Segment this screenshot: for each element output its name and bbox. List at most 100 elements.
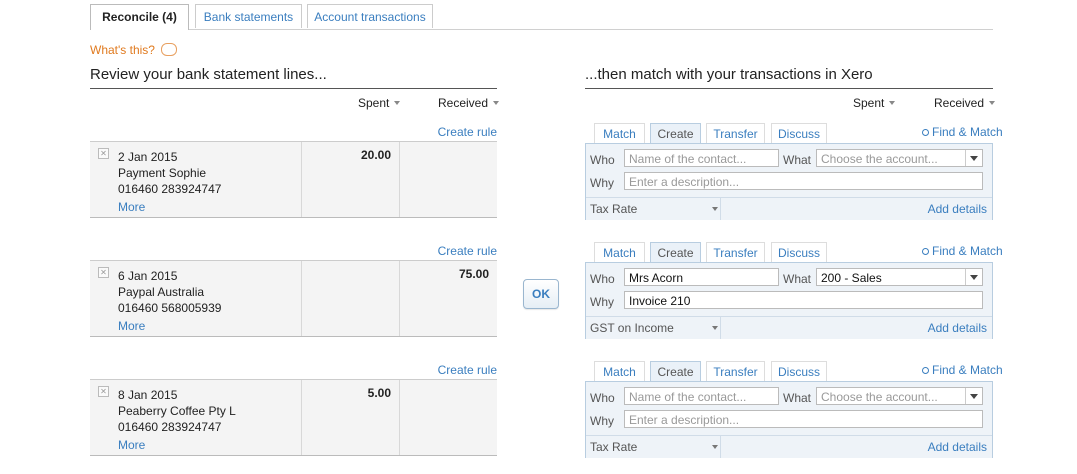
tab-match[interactable]: Match: [594, 242, 645, 262]
caret-down-icon: [493, 101, 500, 105]
remove-icon[interactable]: ✕: [98, 386, 109, 397]
left-section-title: Review your bank statement lines...: [90, 66, 327, 83]
footer-divider: [720, 198, 721, 220]
statement-reference: 016460 283924747: [118, 182, 222, 196]
why-label: Why: [590, 414, 614, 428]
footer-divider: [720, 436, 721, 458]
tab-transfer[interactable]: Transfer: [706, 361, 765, 381]
what-select[interactable]: 200 - Sales: [816, 268, 983, 286]
left-divider: [90, 88, 497, 89]
remove-icon[interactable]: ✕: [98, 267, 109, 278]
tab-create[interactable]: Create: [650, 123, 701, 144]
create-form: Who Mrs Acorn What 200 - Sales Why Invoi…: [585, 262, 993, 339]
tab-discuss[interactable]: Discuss: [771, 361, 827, 381]
spent-label: Spent: [853, 96, 885, 110]
why-input[interactable]: Invoice 210: [624, 291, 983, 309]
caret-down-icon: [712, 207, 718, 211]
add-details-link[interactable]: Add details: [928, 321, 987, 335]
create-rule-link[interactable]: Create rule: [420, 244, 497, 258]
statement-date: 6 Jan 2015: [118, 269, 178, 283]
who-input[interactable]: Name of the contact...: [624, 387, 779, 405]
statement-date: 8 Jan 2015: [118, 388, 178, 402]
what-label: What: [783, 153, 812, 167]
more-link[interactable]: More: [118, 437, 236, 453]
why-input[interactable]: Enter a description...: [624, 172, 983, 190]
top-tabs: Reconcile (4) Bank statements Account tr…: [90, 4, 993, 30]
more-link[interactable]: More: [118, 199, 221, 215]
find-match-link[interactable]: Find & Match: [922, 363, 1003, 377]
speech-bubble-icon: [160, 43, 177, 56]
add-details-link[interactable]: Add details: [928, 202, 987, 216]
who-label: Who: [590, 391, 615, 405]
create-form: Who Name of the contact... What Choose t…: [585, 381, 993, 458]
tab-discuss[interactable]: Discuss: [771, 242, 827, 262]
tab-transfer[interactable]: Transfer: [706, 242, 765, 262]
what-select[interactable]: Choose the account...: [816, 149, 983, 167]
remove-icon[interactable]: ✕: [98, 148, 109, 159]
tax-rate-select[interactable]: Tax Rate: [590, 202, 714, 216]
what-select-text: Choose the account...: [821, 152, 938, 166]
ok-button[interactable]: OK: [523, 279, 559, 309]
spent-amount: 20.00: [360, 148, 391, 162]
caret-down-icon: [712, 326, 718, 330]
what-select[interactable]: Choose the account...: [816, 387, 983, 405]
statement-payee: Peaberry Coffee Pty L: [118, 404, 236, 418]
spent-amount: 5.00: [367, 386, 391, 400]
tab-account-transactions[interactable]: Account transactions: [307, 4, 433, 28]
caret-down-icon: [889, 101, 896, 105]
chevron-down-icon: [965, 150, 982, 166]
tab-discuss[interactable]: Discuss: [771, 123, 827, 143]
tax-rate-select[interactable]: GST on Income: [590, 321, 714, 335]
received-label: Received: [934, 96, 985, 110]
tax-rate-select[interactable]: Tax Rate: [590, 440, 714, 454]
chevron-down-icon: [965, 269, 982, 285]
tab-reconcile[interactable]: Reconcile (4): [90, 4, 189, 30]
who-input[interactable]: Name of the contact...: [624, 149, 779, 167]
more-link[interactable]: More: [118, 318, 221, 334]
find-match-link[interactable]: Find & Match: [922, 244, 1003, 258]
statement-reference: 016460 568005939: [118, 301, 222, 315]
column-divider: [399, 380, 400, 455]
caret-down-icon: [712, 445, 718, 449]
tab-create[interactable]: Create: [650, 361, 701, 382]
find-match-label: Find & Match: [932, 125, 1003, 139]
right-divider: [585, 88, 993, 89]
statement-date: 2 Jan 2015: [118, 150, 178, 164]
right-spent-header[interactable]: Spent: [853, 96, 896, 110]
statement-line: ✕ 8 Jan 2015 Peaberry Coffee Pty L 01646…: [90, 379, 497, 456]
right-received-header[interactable]: Received: [934, 96, 996, 110]
why-label: Why: [590, 295, 614, 309]
form-footer: Tax Rate Add details: [586, 197, 992, 220]
footer-divider: [720, 317, 721, 339]
form-footer: Tax Rate Add details: [586, 435, 992, 458]
right-section-title: ...then match with your transactions in …: [585, 66, 873, 83]
tab-transfer[interactable]: Transfer: [706, 123, 765, 143]
tab-bank-statements[interactable]: Bank statements: [195, 4, 302, 28]
column-divider: [399, 142, 400, 217]
statement-payee: Payment Sophie: [118, 166, 207, 180]
what-select-text: 200 - Sales: [821, 271, 882, 285]
find-match-label: Find & Match: [932, 244, 1003, 258]
create-rule-link[interactable]: Create rule: [420, 363, 497, 377]
find-match-link[interactable]: Find & Match: [922, 125, 1003, 139]
whats-this-link[interactable]: What's this?: [90, 43, 177, 57]
create-rule-link[interactable]: Create rule: [420, 125, 497, 139]
magnifier-icon: [922, 367, 929, 374]
what-select-text: Choose the account...: [821, 390, 938, 404]
received-label: Received: [438, 96, 489, 110]
left-received-header[interactable]: Received: [438, 96, 500, 110]
why-input[interactable]: Enter a description...: [624, 410, 983, 428]
received-amount: 75.00: [458, 267, 489, 281]
left-spent-header[interactable]: Spent: [358, 96, 401, 110]
add-details-link[interactable]: Add details: [928, 440, 987, 454]
chevron-down-icon: [965, 388, 982, 404]
find-match-label: Find & Match: [932, 363, 1003, 377]
tab-match[interactable]: Match: [594, 361, 645, 381]
magnifier-icon: [922, 248, 929, 255]
statement-reference: 016460 283924747: [118, 420, 222, 434]
tab-match[interactable]: Match: [594, 123, 645, 143]
create-form: Who Name of the contact... What Choose t…: [585, 143, 993, 220]
tab-create[interactable]: Create: [650, 242, 701, 263]
who-input[interactable]: Mrs Acorn: [624, 268, 779, 286]
whats-this-label: What's this?: [90, 43, 155, 57]
